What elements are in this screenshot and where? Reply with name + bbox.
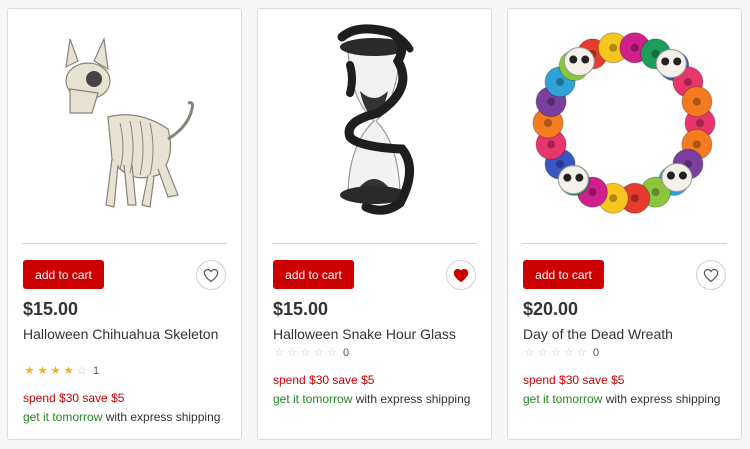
shipping-info: get it tomorrow with express shipping (23, 410, 220, 424)
star-rating: ☆ ☆ ☆ ☆ ☆ (273, 346, 338, 359)
product-title[interactable]: Day of the Dead Wreath (523, 325, 728, 343)
shipping-info: get it tomorrow with express shipping (273, 392, 470, 406)
star-empty-icon: ☆ (563, 346, 574, 359)
product-image[interactable] (8, 9, 241, 237)
star-empty-icon: ☆ (287, 346, 298, 359)
star-rating: ★ ★ ★ ★ ☆ (23, 364, 88, 377)
shipping-text: with express shipping (352, 392, 471, 406)
heart-filled-icon (453, 268, 469, 282)
product-price: $20.00 (523, 299, 579, 319)
favorite-button[interactable] (696, 260, 726, 290)
star-empty-icon: ☆ (524, 346, 535, 359)
star-empty-icon: ☆ (300, 346, 311, 359)
shipping-text: with express shipping (102, 410, 221, 424)
day-of-dead-wreath-image (532, 32, 716, 214)
star-empty-icon: ☆ (576, 346, 587, 359)
product-price: $15.00 (273, 299, 329, 319)
product-title[interactable]: Halloween Snake Hour Glass (273, 325, 478, 343)
star-filled-icon: ★ (50, 364, 61, 377)
product-card: add to cart $20.00 Day of the Dead Wreat… (507, 8, 742, 440)
chihuahua-skeleton-image (65, 36, 194, 208)
star-empty-icon: ☆ (274, 346, 285, 359)
star-filled-icon: ★ (37, 364, 48, 377)
promo-text: spend $30 save $5 (273, 373, 375, 387)
add-to-cart-button[interactable]: add to cart (273, 260, 354, 289)
star-empty-icon: ☆ (313, 346, 324, 359)
heart-outline-icon (203, 268, 219, 282)
star-empty-icon: ☆ (550, 346, 561, 359)
favorite-button[interactable] (446, 260, 476, 290)
add-to-cart-button[interactable]: add to cart (23, 260, 104, 289)
product-image[interactable] (508, 9, 741, 237)
shipping-info: get it tomorrow with express shipping (523, 392, 720, 406)
promo-text: spend $30 save $5 (523, 373, 625, 387)
shipping-text: with express shipping (602, 392, 721, 406)
product-price: $15.00 (23, 299, 79, 319)
star-empty-icon: ☆ (76, 364, 87, 377)
snake-hourglass-image (337, 24, 414, 215)
rating[interactable]: ☆ ☆ ☆ ☆ ☆ 0 (523, 346, 600, 359)
star-empty-icon: ☆ (326, 346, 337, 359)
star-rating: ☆ ☆ ☆ ☆ ☆ (523, 346, 588, 359)
star-filled-icon: ★ (24, 364, 35, 377)
shipping-highlight[interactable]: get it tomorrow (23, 410, 102, 424)
favorite-button[interactable] (196, 260, 226, 290)
rating[interactable]: ☆ ☆ ☆ ☆ ☆ 0 (273, 346, 350, 359)
shipping-highlight[interactable]: get it tomorrow (273, 392, 352, 406)
rating-count: 0 (593, 347, 600, 359)
card-divider (22, 243, 227, 244)
add-to-cart-button[interactable]: add to cart (523, 260, 604, 289)
rating-count: 0 (343, 347, 350, 359)
heart-outline-icon (703, 268, 719, 282)
rating[interactable]: ★ ★ ★ ★ ☆ 1 (23, 364, 100, 377)
product-title[interactable]: Halloween Chihuahua Skeleton (23, 325, 228, 343)
card-divider (522, 243, 727, 244)
star-empty-icon: ☆ (537, 346, 548, 359)
product-grid: add to cart $15.00 Halloween Chihuahua S… (0, 0, 750, 449)
promo-text: spend $30 save $5 (23, 391, 125, 405)
shipping-highlight[interactable]: get it tomorrow (523, 392, 602, 406)
rating-count: 1 (93, 365, 100, 377)
star-filled-icon: ★ (63, 364, 74, 377)
product-image[interactable] (258, 9, 491, 237)
product-card: add to cart $15.00 Halloween Snake Hour … (257, 8, 492, 440)
card-divider (272, 243, 477, 244)
product-card: add to cart $15.00 Halloween Chihuahua S… (7, 8, 242, 440)
